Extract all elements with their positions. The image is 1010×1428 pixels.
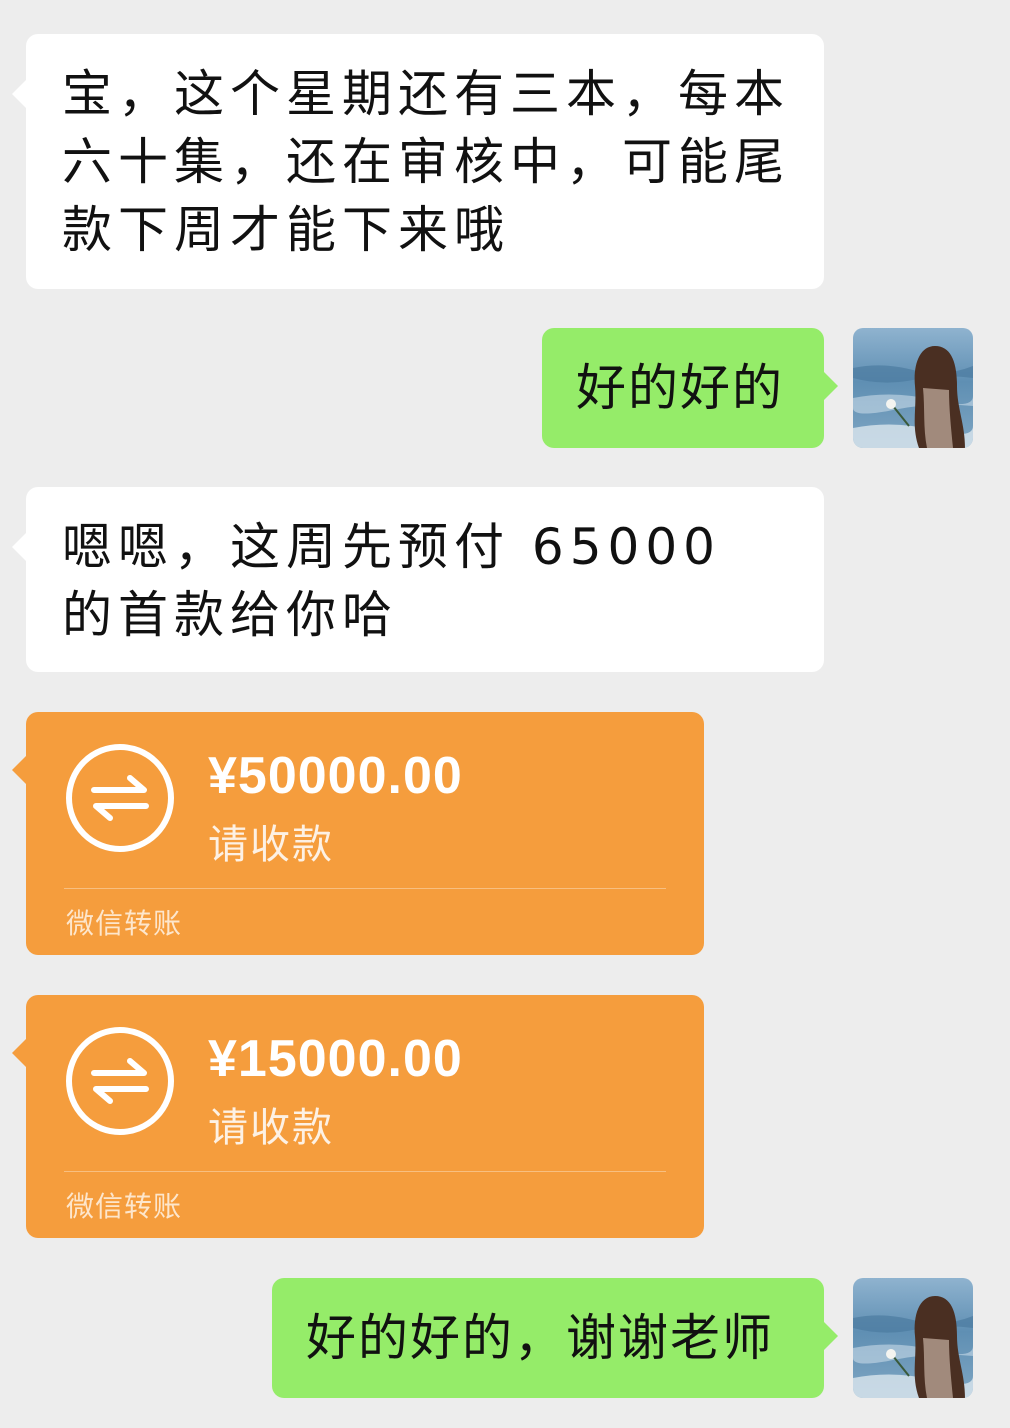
user-avatar[interactable] xyxy=(853,328,973,448)
incoming-message-bubble[interactable]: 嗯嗯，这周先预付 65000 的首款给你哈 xyxy=(12,487,824,672)
transfer-status: 请收款 xyxy=(208,1105,334,1151)
divider xyxy=(64,888,666,889)
incoming-message-bubble[interactable]: 宝，这个星期还有三本，每本六十集，还在审核中，可能尾款下周才能下来哦 xyxy=(12,34,824,289)
wechat-transfer-card[interactable]: ¥15000.00 请收款 微信转账 xyxy=(12,995,704,1238)
transfer-arrows-icon xyxy=(66,1027,174,1135)
wechat-transfer-card[interactable]: ¥50000.00 请收款 微信转账 xyxy=(12,712,704,955)
avatar-photo-icon xyxy=(853,328,973,448)
outgoing-message-bubble[interactable]: 好的好的，谢谢老师 xyxy=(272,1278,838,1398)
transfer-status: 请收款 xyxy=(208,822,334,868)
message-text: 嗯嗯，这周先预付 65000 的首款给你哈 xyxy=(62,518,721,644)
transfer-footer-label: 微信转账 xyxy=(66,907,183,940)
message-text: 宝，这个星期还有三本，每本六十集，还在审核中，可能尾款下周才能下来哦 xyxy=(62,65,790,259)
transfer-amount: ¥50000.00 xyxy=(208,747,463,805)
outgoing-message-bubble[interactable]: 好的好的 xyxy=(542,328,838,448)
message-text: 好的好的 xyxy=(576,359,784,417)
transfer-arrows-icon xyxy=(66,744,174,852)
divider xyxy=(64,1171,666,1172)
user-avatar[interactable] xyxy=(853,1278,973,1398)
transfer-footer-label: 微信转账 xyxy=(66,1190,183,1223)
transfer-amount: ¥15000.00 xyxy=(208,1030,463,1088)
message-text: 好的好的，谢谢老师 xyxy=(306,1309,774,1367)
avatar-photo-icon xyxy=(853,1278,973,1398)
